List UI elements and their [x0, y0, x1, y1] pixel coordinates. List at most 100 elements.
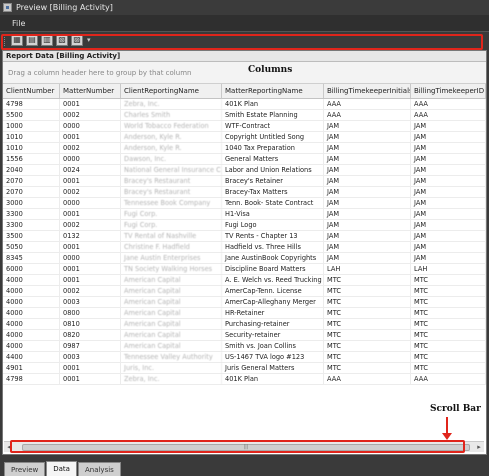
table-row[interactable]: 4798 0001 Zebra, Inc. 401K Plan AAA AAA: [3, 99, 486, 110]
table-cell: Zebra, Inc.: [121, 99, 222, 109]
table-cell: AmerCap-Alleghany Merger: [222, 297, 324, 307]
table-cell: American Capital: [121, 308, 222, 318]
table-cell: MTC: [324, 297, 411, 307]
table-row[interactable]: 3500 0132 TV Rental of Nashville TV Rents -…: [3, 231, 486, 242]
table-cell: JAM: [324, 143, 411, 153]
table-row[interactable]: 4000 0002 American Capital AmerCap-Tenn. Li…: [3, 286, 486, 297]
table-row[interactable]: 4000 0987 American Capital Smith vs. Joan C…: [3, 341, 486, 352]
table-cell: JAM: [324, 198, 411, 208]
table-row[interactable]: 5050 0001 Christine F. Hadfield Hadfield vs…: [3, 242, 486, 253]
table-row[interactable]: 2070 0001 Bracey's Restaurant Bracey's Reta…: [3, 176, 486, 187]
group-by-area[interactable]: Drag a column header here to group by th…: [3, 62, 486, 84]
col-client-number-header[interactable]: ClientNumber: [3, 84, 60, 98]
col-client-reporting-name-header[interactable]: ClientReportingName: [121, 84, 222, 98]
tab-analysis[interactable]: Analysis: [77, 462, 121, 476]
table-row[interactable]: 2040 0024 National General Insurance Co. La…: [3, 165, 486, 176]
table-cell: 0001: [60, 99, 121, 109]
table-cell: 0002: [60, 220, 121, 230]
pdf-icon[interactable]: ▨: [71, 34, 83, 46]
table-cell: American Capital: [121, 341, 222, 351]
table-row[interactable]: 3300 0001 Fugi Corp. H1-Visa JAM JAM: [3, 209, 486, 220]
image-icon[interactable]: ▧: [56, 34, 68, 46]
table-cell: MTC: [411, 319, 486, 329]
table-cell: AAA: [411, 99, 486, 109]
table-cell: JAM: [411, 143, 486, 153]
table-cell: AAA: [324, 374, 411, 384]
app-icon: [3, 3, 12, 12]
tab-preview[interactable]: Preview: [4, 462, 46, 476]
col-billing-tk-id-header[interactable]: BillingTimekeeperID: [411, 84, 486, 98]
table-row[interactable]: 3300 0002 Fugi Corp. Fugi Logo JAM JAM: [3, 220, 486, 231]
col-matter-number-header[interactable]: MatterNumber: [60, 84, 121, 98]
grid-icon[interactable]: ▦: [11, 34, 23, 46]
menu-file[interactable]: File: [12, 19, 25, 28]
tab-data[interactable]: Data: [46, 461, 77, 476]
table-row[interactable]: 8345 0000 Jane Austin Enterprises Jane Aust…: [3, 253, 486, 264]
print-icon[interactable]: ▥: [41, 34, 53, 46]
table-cell: MTC: [324, 308, 411, 318]
table-cell: 0000: [60, 121, 121, 131]
table-cell: Purchasing-retainer: [222, 319, 324, 329]
table-row[interactable]: 1556 0000 Dawson, Inc. General Matters JAM JA…: [3, 154, 486, 165]
table-cell: 401K Plan: [222, 99, 324, 109]
table-cell: US-1467 TVA logo #123: [222, 352, 324, 362]
table-row[interactable]: 1010 0001 Anderson, Kyle R. Copyright Untit…: [3, 132, 486, 143]
table-cell: JAM: [411, 165, 486, 175]
table-cell: Fugi Logo: [222, 220, 324, 230]
table-cell: American Capital: [121, 286, 222, 296]
table-cell: Tennessee Valley Authority: [121, 352, 222, 362]
table-row[interactable]: 4400 0003 Tennessee Valley Authority US-146…: [3, 352, 486, 363]
table-cell: Anderson, Kyle R.: [121, 132, 222, 142]
scroll-thumb[interactable]: |||: [22, 443, 470, 451]
columns-annotation: Columns: [248, 65, 293, 75]
table-cell: Fugi Corp.: [121, 209, 222, 219]
table-cell: MTC: [411, 363, 486, 373]
table-cell: MTC: [324, 319, 411, 329]
report-data-panel: Report Data [Billing Activity] Drag a co…: [2, 50, 487, 455]
table-cell: 0001: [60, 374, 121, 384]
table-cell: National General Insurance Co.: [121, 165, 222, 175]
table-row[interactable]: 4000 0810 American Capital Purchasing-retai…: [3, 319, 486, 330]
table-row[interactable]: 4000 0820 American Capital Security-retaine…: [3, 330, 486, 341]
table-row[interactable]: 6000 0001 TN Society Walking Horses Discipl…: [3, 264, 486, 275]
table-row[interactable]: 1000 0000 World Tobacco Federation WTF-Cont…: [3, 121, 486, 132]
table-cell: Bracey-Tax Matters: [222, 187, 324, 197]
table-cell: AAA: [411, 110, 486, 120]
table-cell: 4798: [3, 99, 60, 109]
table-row[interactable]: 2070 0002 Bracey's Restaurant Bracey-Tax Ma…: [3, 187, 486, 198]
table-row[interactable]: 4901 0001 Juris, Inc. Juris General Matters…: [3, 363, 486, 374]
table-cell: World Tobacco Federation: [121, 121, 222, 131]
table-row[interactable]: 3000 0000 Tennessee Book Company Tenn. Book…: [3, 198, 486, 209]
table-cell: 4798: [3, 374, 60, 384]
table-cell: 0002: [60, 110, 121, 120]
table-cell: 8345: [3, 253, 60, 263]
table-row[interactable]: 4000 0003 American Capital AmerCap-Alleghan…: [3, 297, 486, 308]
horizontal-scrollbar[interactable]: ◂ ||| ▸: [4, 441, 484, 452]
table-cell: 4901: [3, 363, 60, 373]
table-cell: JAM: [324, 231, 411, 241]
table-cell: Security-retainer: [222, 330, 324, 340]
table-row[interactable]: 4000 0001 American Capital A. E. Welch vs. …: [3, 275, 486, 286]
col-matter-reporting-name-header[interactable]: MatterReportingName: [222, 84, 324, 98]
col-billing-tk-initials-header[interactable]: BillingTimekeeperInitials: [324, 84, 411, 98]
scroll-track[interactable]: |||: [14, 443, 474, 452]
table-cell: Smith vs. Joan Collins: [222, 341, 324, 351]
toolbar-overflow-icon[interactable]: ▾: [87, 36, 91, 44]
table-cell: Juris General Matters: [222, 363, 324, 373]
table-row[interactable]: 5500 0002 Charles Smith Smith Estate Planni…: [3, 110, 486, 121]
export-icon[interactable]: ▤: [26, 34, 38, 46]
table-row[interactable]: 4000 0800 American Capital HR-Retainer MTC MT…: [3, 308, 486, 319]
table-cell: A. E. Welch vs. Reed Trucking: [222, 275, 324, 285]
table-cell: MTC: [411, 352, 486, 362]
table-cell: 0003: [60, 297, 121, 307]
table-row[interactable]: 4798 0001 Zebra, Inc. 401K Plan AAA AAA: [3, 374, 486, 385]
menu-bar: File: [0, 15, 489, 31]
toolbar-grip[interactable]: [4, 34, 7, 46]
table-cell: 4000: [3, 341, 60, 351]
table-row[interactable]: 1010 0002 Anderson, Kyle R. 1040 Tax Prepar…: [3, 143, 486, 154]
table-cell: Smith Estate Planning: [222, 110, 324, 120]
scroll-right-icon[interactable]: ▸: [474, 442, 484, 452]
scroll-left-icon[interactable]: ◂: [4, 442, 14, 452]
grid-body: 4798 0001 Zebra, Inc. 401K Plan AAA AAA 5500 00…: [3, 99, 486, 385]
table-cell: MTC: [324, 275, 411, 285]
